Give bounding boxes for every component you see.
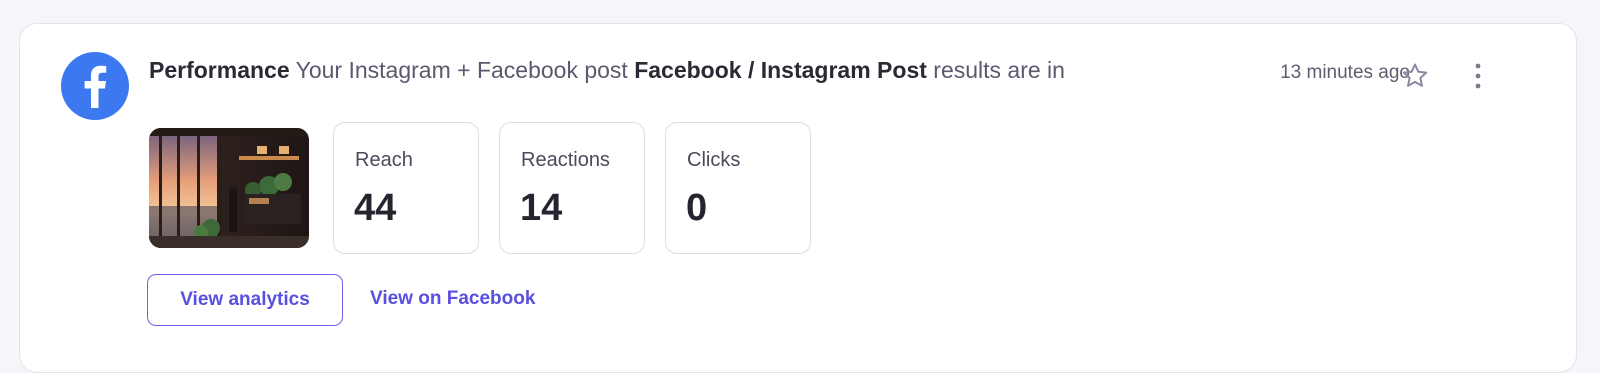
- notification-headline: Performance Your Instagram + Facebook po…: [149, 53, 1065, 87]
- notification-text-before: Your Instagram + Facebook post: [289, 57, 635, 83]
- metric-label: Reactions: [521, 149, 610, 171]
- notification-timestamp: 13 minutes ago: [1280, 62, 1410, 83]
- notification-card: Performance Your Instagram + Facebook po…: [19, 23, 1577, 373]
- star-outline-icon: [1402, 63, 1428, 87]
- metric-value: 0: [686, 187, 708, 229]
- notification-text-after: results are in: [926, 57, 1065, 83]
- post-image: [149, 128, 309, 248]
- metric-value: 44: [354, 187, 397, 229]
- kebab-menu-icon: [1475, 63, 1481, 89]
- view-analytics-button[interactable]: View analytics: [147, 274, 343, 326]
- metric-card-clicks: Clicks 0: [665, 122, 811, 254]
- post-name: Facebook / Instagram Post: [634, 57, 927, 83]
- notification-category: Performance: [149, 57, 290, 83]
- favorite-button[interactable]: [1398, 59, 1432, 93]
- metric-label: Reach: [355, 149, 413, 171]
- metric-value: 14: [520, 187, 563, 229]
- view-on-facebook-link[interactable]: View on Facebook: [370, 288, 535, 310]
- post-thumbnail[interactable]: [149, 128, 309, 248]
- metric-label: Clicks: [687, 149, 741, 171]
- metric-card-reactions: Reactions 14: [499, 122, 645, 254]
- facebook-icon: [61, 52, 129, 120]
- metric-card-reach: Reach 44: [333, 122, 479, 254]
- more-options-button[interactable]: [1464, 59, 1492, 93]
